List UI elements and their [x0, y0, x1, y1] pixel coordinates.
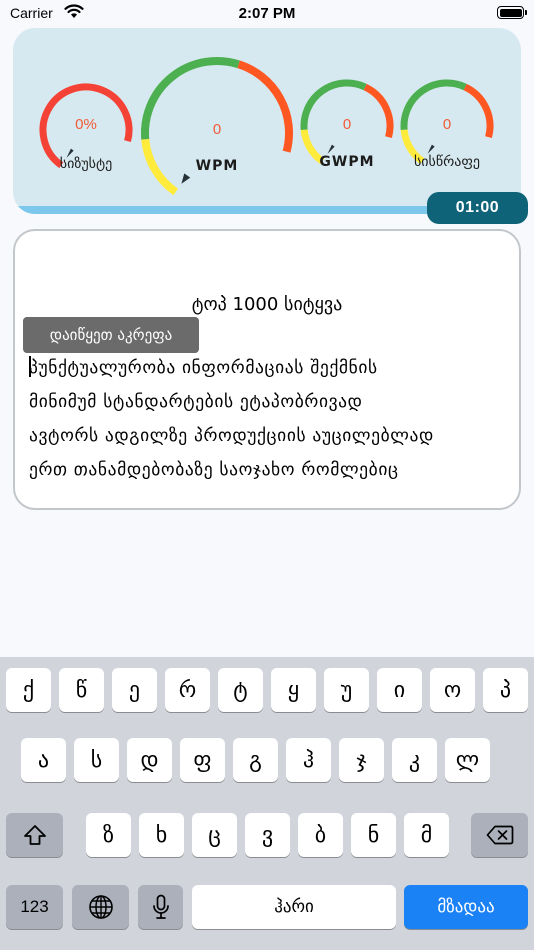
wpm-label: WPM	[195, 158, 239, 174]
key-row1-4[interactable]: რ	[165, 668, 210, 712]
backspace-key[interactable]	[471, 813, 528, 857]
key-row3-7[interactable]: მ	[404, 813, 449, 857]
key-row3-4[interactable]: ვ	[245, 813, 290, 857]
key-row1-2[interactable]: წ	[59, 668, 104, 712]
microphone-icon	[152, 894, 170, 920]
passage-line: ავტორს ადგილზე პროდუქციის აუცილებლად	[29, 426, 434, 446]
wpm-value: 0	[212, 121, 222, 138]
key-row1-8[interactable]: ი	[377, 668, 422, 712]
timer-badge: 01:00	[427, 192, 528, 224]
numbers-key[interactable]: 123	[6, 885, 63, 929]
key-row3-2[interactable]: ხ	[139, 813, 184, 857]
test-title: ტოპ 1000 სიტყვა	[191, 294, 343, 315]
key-row1-7[interactable]: უ	[324, 668, 369, 712]
key-row1-9[interactable]: ო	[430, 668, 475, 712]
accuracy-label: სიზუსტე	[59, 156, 113, 172]
gauge-needle	[181, 173, 191, 184]
passage-line: პუნქტუალურობა ინფორმაციას შექმნის	[29, 356, 378, 378]
key-row2-8[interactable]: კ	[392, 738, 437, 782]
key-row1-1[interactable]: ქ	[6, 668, 51, 712]
key-row2-7[interactable]: ჯ	[339, 738, 384, 782]
key-row2-4[interactable]: ფ	[180, 738, 225, 782]
gwpm-value: 0	[342, 116, 352, 133]
key-row3-6[interactable]: ნ	[351, 813, 396, 857]
gwpm-label: GWPM	[319, 154, 375, 170]
return-key[interactable]: მზადაა	[404, 885, 528, 929]
typing-passage[interactable]: პუნქტუალურობა ინფორმაციას შექმნის მინიმუ…	[29, 351, 515, 487]
wpm-gauge: 0 WPM	[139, 53, 295, 196]
gwpm-gauge: 0 GWPM	[298, 76, 396, 176]
gauge-needle	[427, 144, 435, 154]
key-row2-3[interactable]: დ	[127, 738, 172, 782]
speed-label: სისწრაფე	[413, 154, 481, 170]
key-row1-6[interactable]: ყ	[271, 668, 316, 712]
shift-icon	[23, 824, 47, 846]
key-row2-1[interactable]: ა	[21, 738, 66, 782]
status-time: 2:07 PM	[238, 5, 296, 22]
speed-value: 0	[442, 116, 452, 133]
typing-text-card[interactable]: ტოპ 1000 სიტყვა პუნქტუალურობა ინფორმაცია…	[13, 229, 521, 510]
key-row2-2[interactable]: ს	[74, 738, 119, 782]
passage-line: ერთ თანამდებობაზე საოჯახო რომლებიც	[29, 460, 399, 480]
accuracy-gauge: 0% სიზუსტე	[38, 83, 134, 183]
shift-key[interactable]	[6, 813, 63, 857]
key-row1-5[interactable]: ტ	[218, 668, 263, 712]
backspace-icon	[486, 825, 514, 845]
keyboard: ქ წ ე რ ტ ყ უ ი ო პ ა ს დ ფ გ ჰ ჯ კ ლ ზ …	[0, 657, 534, 950]
speed-gauge: 0 სისწრაფე	[398, 76, 496, 176]
start-typing-tooltip: დაიწყეთ აკრეფა	[23, 317, 199, 353]
passage-line: მინიმუმ სტანდარტების ეტაპობრივად	[29, 392, 363, 412]
gauge-needle	[327, 144, 335, 154]
space-key[interactable]: ჰარი	[192, 885, 396, 929]
key-row3-1[interactable]: ზ	[86, 813, 131, 857]
globe-key[interactable]	[72, 885, 129, 929]
key-row2-6[interactable]: ჰ	[286, 738, 331, 782]
gauge-arc-orange	[237, 60, 293, 153]
gauge-panel: 0% სიზუსტე 0 WPM 0 GWPM 0 სისწრაფე	[13, 28, 521, 214]
status-bar: Carrier 2:07 PM	[0, 0, 534, 30]
dictation-key[interactable]	[138, 885, 183, 929]
key-row2-5[interactable]: გ	[233, 738, 278, 782]
key-row1-10[interactable]: პ	[483, 668, 528, 712]
key-row3-3[interactable]: ც	[192, 813, 237, 857]
key-row1-3[interactable]: ე	[112, 668, 157, 712]
accuracy-value: 0%	[75, 116, 97, 133]
key-row2-9[interactable]: ლ	[445, 738, 490, 782]
globe-icon	[88, 894, 114, 920]
key-row3-5[interactable]: ბ	[298, 813, 343, 857]
battery-icon	[497, 6, 527, 19]
